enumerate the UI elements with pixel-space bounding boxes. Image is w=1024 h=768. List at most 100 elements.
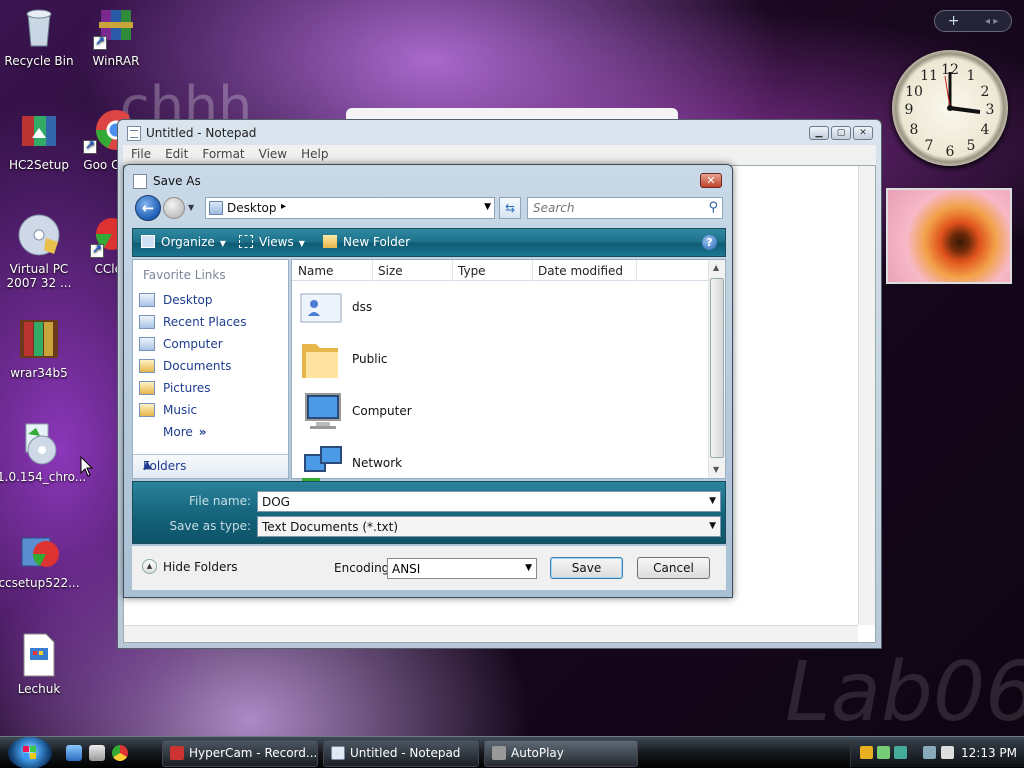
encoding-select[interactable]: ANSI ▼ (387, 558, 537, 579)
hide-folders-button[interactable]: ▲ Hide Folders (142, 559, 238, 574)
file-item-dss[interactable]: dss (298, 284, 372, 330)
sidebar-gadget-controls[interactable]: + ◂ ▸ (934, 10, 1012, 32)
menu-view[interactable]: View (251, 145, 293, 161)
desktop-icon-lechuk[interactable]: Lechuk (0, 632, 81, 696)
address-location[interactable]: Desktop (227, 201, 277, 215)
forward-arrow-icon[interactable] (163, 197, 185, 219)
taskbar-clock[interactable]: 12:13 PM (961, 746, 1017, 760)
installer-cd-icon (16, 420, 62, 466)
file-name-combobox[interactable]: ▼ (257, 491, 721, 512)
dialog-close-button[interactable]: ✕ (700, 173, 722, 188)
file-name-input[interactable] (258, 492, 698, 511)
menu-help[interactable]: Help (293, 145, 334, 161)
hypercam-icon (170, 746, 184, 760)
close-button[interactable]: ✕ (853, 126, 873, 140)
file-item-network[interactable]: Network (298, 440, 402, 486)
search-icon[interactable]: ⚲ (708, 200, 718, 215)
column-divider (636, 260, 637, 281)
menu-format[interactable]: Format (194, 145, 250, 161)
volume-muted-icon[interactable] (941, 746, 954, 759)
desktop-icon-virtual-pc[interactable]: Virtual PC 2007 32 ... (0, 212, 81, 290)
gadget-nav-arrows[interactable]: ◂ ▸ (985, 16, 998, 27)
switch-windows-icon[interactable] (89, 745, 105, 761)
new-folder-button[interactable]: New Folder (323, 235, 410, 249)
save-as-dialog[interactable]: Save As ✕ ← ▼ Desktop ▸ ▼ ⇆ ⚲ Organize▼ … (123, 164, 733, 598)
add-gadget-button[interactable]: + (948, 13, 960, 29)
back-arrow-icon[interactable]: ← (135, 195, 161, 221)
notepad-vertical-scrollbar[interactable] (858, 166, 875, 625)
column-header-name[interactable]: Name (298, 264, 333, 278)
favorite-link-computer[interactable]: Computer (139, 337, 223, 351)
views-icon (239, 235, 253, 248)
cancel-button[interactable]: Cancel (637, 557, 710, 579)
notepad-horizontal-scrollbar[interactable] (124, 625, 858, 642)
network-status-icon[interactable] (877, 746, 890, 759)
start-button[interactable] (8, 737, 52, 768)
menu-edit[interactable]: Edit (157, 145, 194, 161)
update-icon[interactable] (894, 746, 907, 759)
file-item-public[interactable]: Public (298, 336, 388, 382)
search-input[interactable] (528, 198, 688, 218)
svg-text:3: 3 (986, 102, 995, 118)
slideshow-gadget-photo[interactable] (886, 188, 1012, 284)
chrome-quicklaunch-icon[interactable] (112, 745, 128, 761)
desktop-icon-recycle-bin[interactable]: Recycle Bin (0, 4, 81, 68)
column-header-type[interactable]: Type (458, 264, 486, 278)
history-dropdown-icon[interactable]: ▼ (188, 203, 194, 212)
taskbar-item-autoplay[interactable]: AutoPlay (484, 740, 638, 767)
refresh-icon[interactable]: ⇆ (499, 197, 521, 219)
show-desktop-icon[interactable] (66, 745, 82, 761)
chevron-up-icon: ▲ (143, 458, 152, 471)
scroll-up-icon[interactable]: ▲ (713, 263, 719, 272)
disc-icon (16, 212, 62, 258)
desktop-icon (139, 293, 155, 307)
file-item-computer[interactable]: Computer (298, 388, 412, 434)
clock-gadget[interactable]: 12 1 2 345 678 9 10 11 (892, 50, 1008, 166)
views-button[interactable]: Views ▼ (239, 235, 305, 249)
desktop-icon-winrar[interactable]: WinRAR (74, 4, 158, 68)
desktop-icon-chrome-installer[interactable]: 1.0.154_chro... (0, 420, 86, 484)
breadcrumb-arrow-icon[interactable]: ▸ (281, 201, 286, 212)
save-as-type-label: Save as type: (169, 519, 251, 533)
column-header-size[interactable]: Size (378, 264, 403, 278)
favorite-link-pictures[interactable]: Pictures (139, 381, 211, 395)
desktop-icon-ccsetup[interactable]: ccsetup522... (0, 526, 81, 590)
notepad-title: Untitled - Notepad (146, 126, 257, 140)
file-name-panel: File name: ▼ Save as type: Text Document… (132, 481, 726, 544)
folders-toggle[interactable]: Folders ▲ (133, 454, 288, 478)
favorite-link-documents[interactable]: Documents (139, 359, 231, 373)
column-headers: Name Size Type Date modified (292, 260, 708, 281)
ccleaner-icon (90, 212, 128, 258)
chevron-down-icon[interactable]: ▼ (525, 563, 532, 573)
save-as-type-select[interactable]: Text Documents (*.txt) ▼ (257, 516, 721, 537)
file-list-pane: Name Size Type Date modified dss Public (291, 259, 726, 483)
scroll-down-icon[interactable]: ▼ (713, 465, 719, 474)
search-box[interactable]: ⚲ (527, 197, 723, 219)
address-dropdown-icon[interactable]: ▼ (484, 202, 491, 212)
menu-file[interactable]: File (123, 145, 157, 161)
favorite-link-desktop[interactable]: Desktop (139, 293, 213, 307)
favorite-link-music[interactable]: Music (139, 403, 197, 417)
taskbar-item-hypercam[interactable]: HyperCam - Record... (162, 740, 318, 767)
favorite-link-recent-places[interactable]: Recent Places (139, 315, 246, 329)
computer-icon (139, 337, 155, 351)
security-shield-icon[interactable] (860, 746, 873, 759)
connection-icon[interactable] (923, 746, 936, 759)
file-list-scrollbar[interactable]: ▲ ▼ (708, 260, 725, 478)
chevron-down-icon[interactable]: ▼ (709, 521, 716, 531)
organize-button[interactable]: Organize ▼ (141, 235, 226, 249)
maximize-button[interactable]: ▢ (831, 126, 851, 140)
scrollbar-thumb[interactable] (710, 278, 724, 458)
chevron-down-icon[interactable]: ▼ (709, 496, 716, 506)
minimize-button[interactable]: ▁ (809, 126, 829, 140)
save-button[interactable]: Save (550, 557, 623, 579)
desktop-icon-wrar34b5[interactable]: wrar34b5 (0, 316, 81, 380)
help-icon[interactable]: ? (702, 235, 717, 250)
folder-icon (298, 336, 344, 382)
address-bar[interactable]: Desktop ▸ ▼ (205, 197, 495, 219)
taskbar-item-notepad[interactable]: Untitled - Notepad (323, 740, 479, 767)
desktop-icon-hc2setup[interactable]: HC2Setup (0, 108, 81, 172)
column-header-date-modified[interactable]: Date modified (538, 264, 623, 278)
desktop-icon-ccleaner[interactable]: CCle (74, 212, 128, 276)
more-links-button[interactable]: More» (163, 425, 207, 439)
